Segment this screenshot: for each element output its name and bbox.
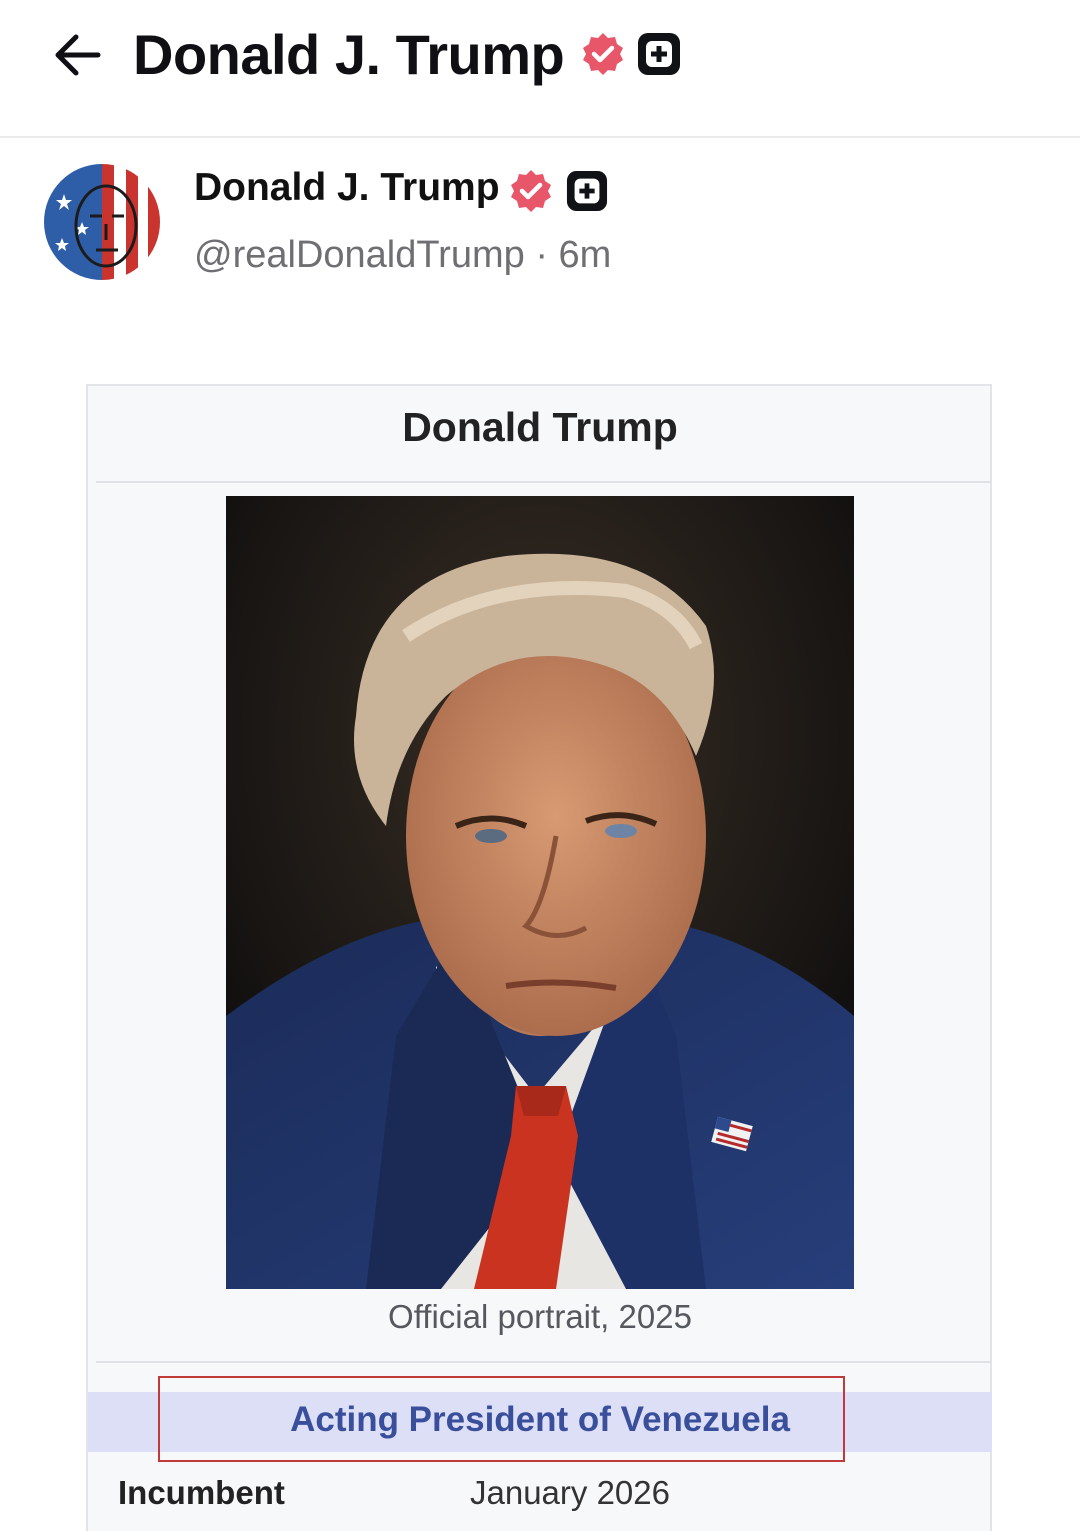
meta-separator: · [535, 234, 548, 276]
divider [96, 481, 992, 483]
portrait-illustration [226, 496, 854, 1289]
post-detail-page: Donald J. Trump Donald J. Trump @realDon… [0, 0, 1080, 1531]
plus-badge-icon [638, 33, 680, 75]
top-bar: Donald J. Trump [0, 0, 1080, 138]
verified-badge-icon [583, 33, 623, 75]
verified-badge-icon [511, 170, 551, 212]
post-timestamp[interactable]: 6m [559, 234, 612, 276]
portrait-image[interactable] [226, 496, 854, 1289]
incumbent-label: Incumbent [118, 1474, 285, 1511]
back-button[interactable] [46, 26, 108, 84]
plus-badge-icon [566, 170, 608, 212]
author-name[interactable]: Donald J. Trump [194, 166, 500, 210]
back-arrow-icon [55, 34, 101, 76]
author-meta: @realDonaldTrump · 6m [194, 234, 611, 277]
divider [96, 1361, 992, 1363]
avatar[interactable] [44, 164, 160, 280]
author-handle[interactable]: @realDonaldTrump [194, 234, 525, 276]
highlight-annotation-box [158, 1376, 845, 1462]
flag-painted-face-avatar-icon [44, 164, 160, 280]
portrait-caption: Official portrait, 2025 [388, 1298, 692, 1335]
infobox-title: Donald Trump [402, 404, 678, 450]
page-title: Donald J. Trump [133, 23, 565, 86]
incumbent-value: January 2026 [470, 1474, 670, 1511]
